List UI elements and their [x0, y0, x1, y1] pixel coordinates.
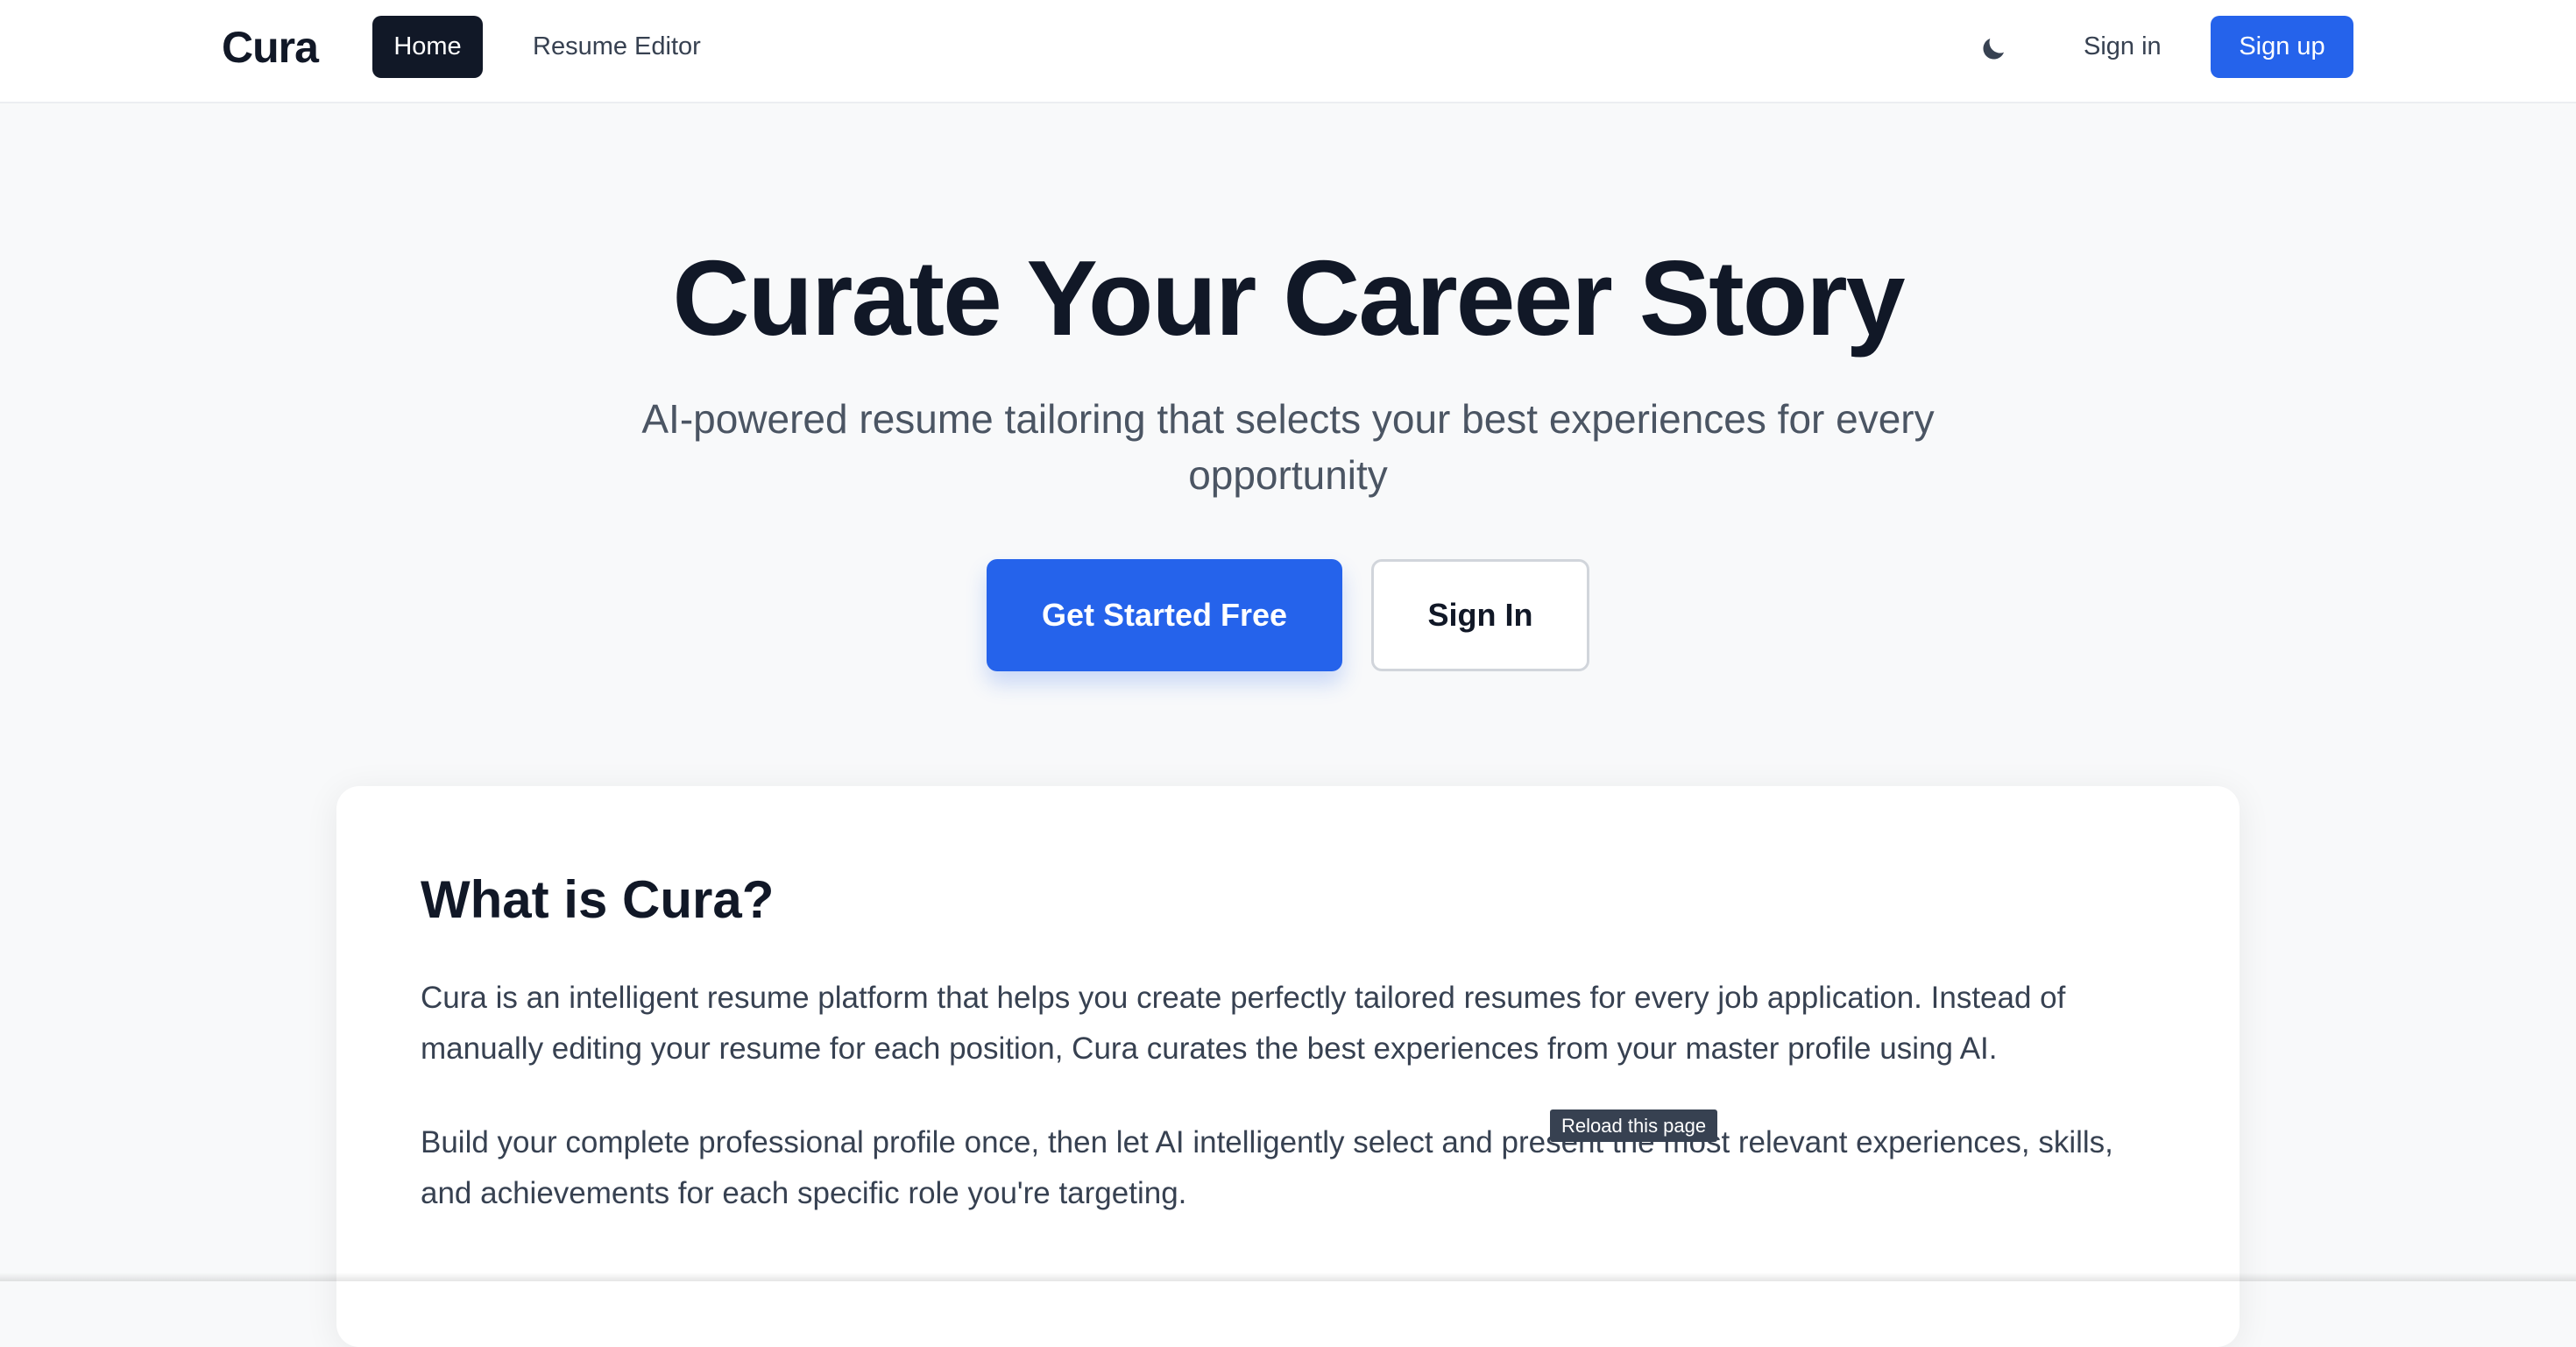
hero-title: Curate Your Career Story — [672, 238, 1905, 358]
nav-sign-up-button[interactable]: Sign up — [2211, 16, 2353, 78]
moon-icon — [1978, 34, 2008, 67]
brand-logo[interactable]: Cura — [222, 21, 319, 74]
hero-sign-in-button[interactable]: Sign In — [1371, 559, 1589, 671]
theme-toggle-button[interactable] — [1967, 24, 2020, 76]
nav-link-home[interactable]: Home — [372, 16, 483, 78]
hero-subtitle: AI-powered resume tailoring that selects… — [641, 396, 1935, 498]
nav-sign-in-link[interactable]: Sign in — [2066, 16, 2179, 78]
about-paragraph: Build your complete professional profile… — [421, 1125, 2113, 1210]
bottom-edge-shadow — [0, 1273, 2576, 1281]
about-paragraph: Cura is an intelligent resume platform t… — [421, 981, 2066, 1066]
reload-tooltip: Reload this page — [1550, 1110, 1718, 1142]
get-started-button[interactable]: Get Started Free — [987, 559, 1342, 671]
about-title: What is Cura? — [421, 870, 775, 929]
nav-link-resume-editor[interactable]: Resume Editor — [517, 16, 717, 78]
about-card: What is Cura? Cura is an intelligent res… — [336, 786, 2240, 1347]
top-navbar: Cura Home Resume Editor Sign in Sign up — [0, 0, 2576, 103]
